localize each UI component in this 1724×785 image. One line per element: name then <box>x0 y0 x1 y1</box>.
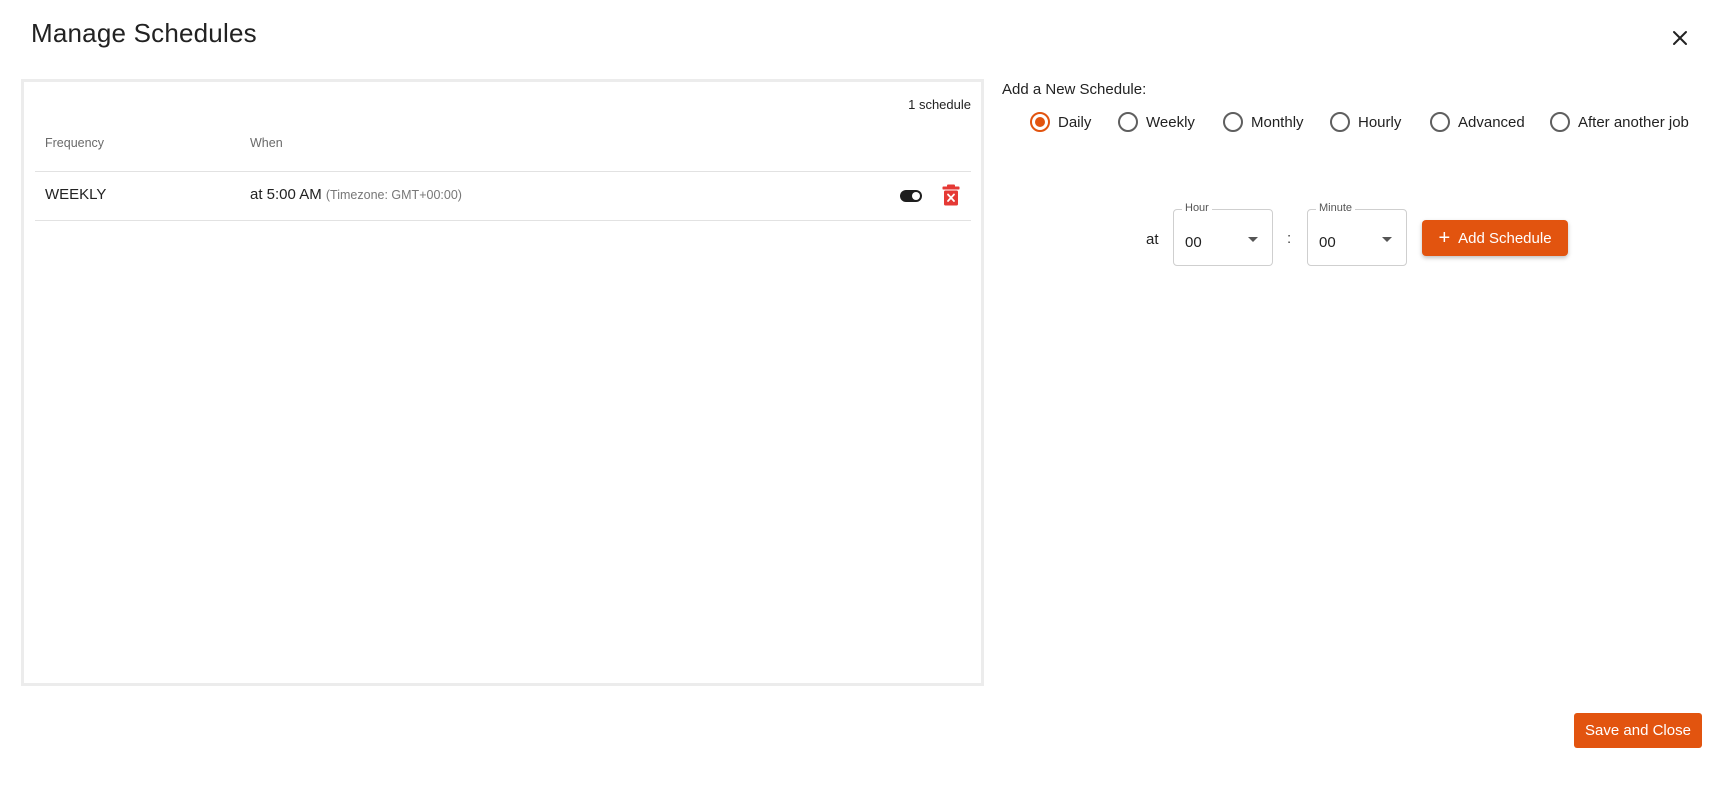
radio-circle <box>1550 112 1570 132</box>
radio-label: Hourly <box>1358 113 1402 131</box>
radio-circle <box>1430 112 1450 132</box>
hour-value: 00 <box>1185 234 1202 251</box>
radio-weekly[interactable]: Weekly <box>1118 112 1195 132</box>
radio-label: Weekly <box>1146 113 1195 131</box>
toggle-knob <box>912 192 920 200</box>
radio-advanced[interactable]: Advanced <box>1430 112 1525 132</box>
schedule-frequency: WEEKLY <box>45 186 107 203</box>
trash-icon <box>942 184 960 206</box>
column-header-frequency: Frequency <box>45 136 105 150</box>
radio-after-another-job[interactable]: After another job <box>1550 112 1689 132</box>
plus-icon: + <box>1438 227 1451 249</box>
chevron-down-icon <box>1248 237 1258 242</box>
radio-circle <box>1330 112 1350 132</box>
radio-hourly[interactable]: Hourly <box>1330 112 1401 132</box>
radio-label: Advanced <box>1458 113 1525 131</box>
page-title: Manage Schedules <box>31 18 257 48</box>
table-row: WEEKLY at 5:00 AM (Timezone: GMT+00:00) <box>35 172 971 220</box>
column-header-when: When <box>250 136 283 150</box>
add-schedule-label-text: Add Schedule <box>1458 229 1552 247</box>
minute-legend: Minute <box>1316 202 1356 214</box>
chevron-down-icon <box>1382 237 1392 242</box>
schedules-table: 1 schedule Frequency When WEEKLY at 5:00… <box>21 79 984 686</box>
schedule-time: at 5:00 AM <box>250 186 322 203</box>
close-icon <box>1673 31 1687 45</box>
radio-label: Daily <box>1058 113 1092 131</box>
radio-label: After another job <box>1578 113 1689 131</box>
radio-circle <box>1223 112 1243 132</box>
add-schedule-button[interactable]: + Add Schedule <box>1422 220 1568 256</box>
schedule-when: at 5:00 AM (Timezone: GMT+00:00) <box>250 186 462 203</box>
hour-select[interactable]: Hour 00 <box>1173 202 1273 266</box>
schedule-enabled-toggle[interactable] <box>900 190 922 202</box>
schedule-count: 1 schedule <box>908 97 971 112</box>
time-separator: : <box>1287 230 1292 247</box>
add-schedule-label: Add a New Schedule: <box>1002 81 1147 98</box>
schedule-timezone: (Timezone: GMT+00:00) <box>325 188 462 202</box>
radio-daily[interactable]: Daily <box>1030 112 1091 132</box>
radio-label: Monthly <box>1251 113 1304 131</box>
minute-select[interactable]: Minute 00 <box>1307 202 1407 266</box>
radio-circle <box>1030 112 1050 132</box>
row-divider <box>35 220 971 221</box>
hour-legend: Hour <box>1182 202 1212 214</box>
delete-schedule-button[interactable] <box>942 184 960 206</box>
close-button[interactable] <box>1666 24 1694 52</box>
radio-circle <box>1118 112 1138 132</box>
at-label: at <box>1146 231 1159 248</box>
save-and-close-label: Save and Close <box>1585 722 1691 739</box>
radio-monthly[interactable]: Monthly <box>1223 112 1304 132</box>
save-and-close-button[interactable]: Save and Close <box>1574 713 1702 748</box>
minute-value: 00 <box>1319 234 1336 251</box>
